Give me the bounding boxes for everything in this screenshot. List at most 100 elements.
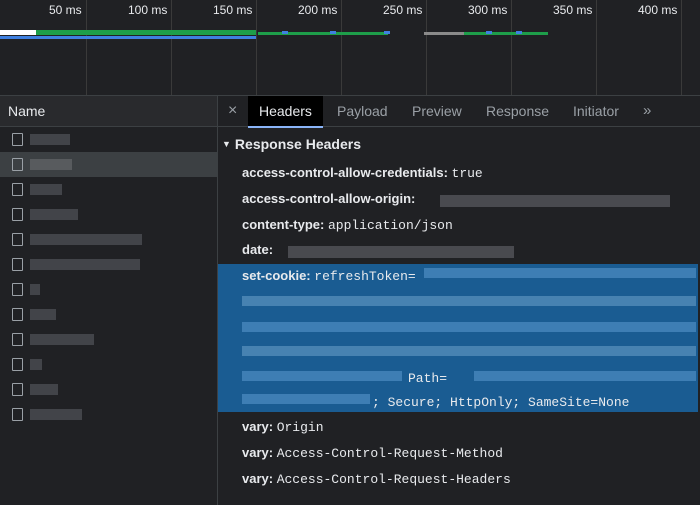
header-name: content-type: [242,217,325,232]
expand-triangle-icon: ▼ [222,139,231,149]
timeline-tick: 150 ms [213,0,257,95]
redacted-cookie-value [242,394,370,404]
redacted-request-name [30,184,62,195]
timeline-tick: 400 ms [638,0,682,95]
tick-label: 200 ms [298,3,338,17]
overview-timeline[interactable]: 50 ms 100 ms 150 ms 200 ms 250 ms 300 ms… [0,0,700,96]
header-name: vary: [242,445,274,460]
request-row[interactable] [0,377,217,402]
request-row[interactable] [0,302,217,327]
header-name: date: [242,242,274,257]
timeline-bar-queued [0,36,256,39]
redacted-request-name [30,159,72,170]
request-row[interactable] [0,352,217,377]
redacted-request-name [30,359,42,370]
timeline-bar-stalled [424,32,464,35]
request-row[interactable] [0,227,217,252]
request-type-icon [12,283,23,296]
tab-preview[interactable]: Preview [412,96,462,126]
tab-initiator[interactable]: Initiator [573,96,619,126]
redacted-cookie-value [424,268,696,278]
tab-response[interactable]: Response [486,96,549,126]
redacted-header-value [440,195,670,207]
section-title: Response Headers [234,136,361,152]
request-type-icon [12,408,23,421]
request-row[interactable] [0,402,217,427]
request-row[interactable] [0,202,217,227]
header-row: access-control-allow-credentials: true [242,165,483,181]
request-type-icon [12,308,23,321]
tick-label: 400 ms [638,3,678,17]
request-details-panel: × Headers Payload Preview Response Initi… [218,96,700,505]
request-type-icon [12,233,23,246]
tab-headers[interactable]: Headers [248,96,323,128]
tick-label: 100 ms [128,3,168,17]
timeline-tick: 300 ms [468,0,512,95]
cookie-flags: ; Secure; HttpOnly; SameSite=None [372,395,630,410]
tick-label: 300 ms [468,3,508,17]
tick-label: 350 ms [553,3,593,17]
redacted-request-name [30,134,70,145]
timeline-bar-download [36,30,256,35]
request-type-icon [12,208,23,221]
header-row-set-cookie: set-cookie: refreshToken= [242,268,416,284]
redacted-cookie-value [242,322,696,332]
redacted-cookie-value [242,371,402,381]
redacted-request-name [30,284,40,295]
request-row[interactable] [0,327,217,352]
request-row[interactable] [0,277,217,302]
header-value: refreshToken= [314,269,416,284]
redacted-cookie-value [242,346,696,356]
header-row: date: [242,242,273,257]
timeline-tick: 250 ms [383,0,427,95]
redacted-request-name [30,409,82,420]
redacted-cookie-value [474,371,696,381]
request-type-icon [12,133,23,146]
timeline-marker [486,31,492,34]
request-type-icon [12,183,23,196]
timeline-tick: 350 ms [553,0,597,95]
request-type-icon [12,333,23,346]
more-tabs-chevron-icon[interactable]: » [643,96,651,126]
response-headers-section-toggle[interactable]: ▼ Response Headers [222,136,361,152]
header-name: access-control-allow-credentials: [242,165,448,180]
header-value: Origin [276,420,324,435]
timeline-tick: 100 ms [128,0,172,95]
request-type-icon [12,358,23,371]
close-icon[interactable]: × [228,102,237,120]
timeline-tick: 50 ms [49,0,87,95]
header-row: vary: Origin [242,419,324,435]
redacted-request-name [30,334,94,345]
header-value: Access-Control-Request-Headers [276,472,511,487]
request-type-icon [12,258,23,271]
timeline-bar-download [464,32,548,35]
tick-label: 250 ms [383,3,423,17]
redacted-request-name [30,209,78,220]
header-value: Access-Control-Request-Method [276,446,503,461]
tick-label: 150 ms [213,3,253,17]
redacted-request-name [30,384,58,395]
request-row[interactable] [0,177,217,202]
header-name: vary: [242,471,274,486]
name-column-header[interactable]: Name [0,96,217,127]
redacted-request-name [30,309,56,320]
request-row[interactable] [0,252,217,277]
timeline-marker [516,31,522,34]
request-list: Name [0,96,218,505]
timeline-tick: 200 ms [298,0,342,95]
timeline-marker [330,31,336,34]
header-row: vary: Access-Control-Request-Headers [242,471,511,487]
timeline-marker [282,31,288,34]
request-row-selected[interactable] [0,152,217,177]
redacted-request-name [30,234,142,245]
timeline-marker [384,31,390,34]
header-value: true [451,166,483,181]
tab-payload[interactable]: Payload [337,96,388,126]
header-name: access-control-allow-origin: [242,191,416,206]
request-type-icon [12,383,23,396]
redacted-request-name [30,259,140,270]
details-tab-bar: × Headers Payload Preview Response Initi… [218,96,700,128]
request-row[interactable] [0,127,217,152]
redacted-cookie-value [242,296,696,306]
timeline-bar-download [258,32,388,35]
